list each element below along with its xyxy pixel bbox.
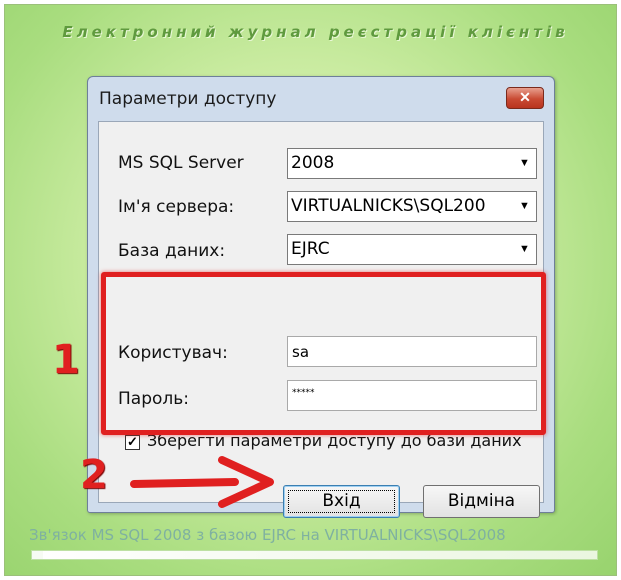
- database-select[interactable]: EJRC ▼: [287, 234, 537, 265]
- server-type-label: MS SQL Server: [118, 153, 244, 173]
- marker-2: 2: [80, 452, 108, 498]
- chevron-down-icon[interactable]: ▼: [514, 236, 535, 263]
- arrow-right-icon: [130, 456, 274, 508]
- server-name-value: VIRTUALNICKS\SQL200: [291, 196, 486, 216]
- server-type-value: 2008: [291, 153, 335, 173]
- dialog-title: Параметри доступу: [99, 89, 277, 109]
- database-label: База даних:: [118, 241, 226, 261]
- cancel-button[interactable]: Відміна: [423, 485, 540, 518]
- chevron-down-icon[interactable]: ▼: [514, 150, 535, 177]
- dialog-titlebar[interactable]: Параметри доступу ✕: [88, 77, 554, 121]
- cancel-button-label: Відміна: [447, 491, 516, 511]
- marker-1: 1: [52, 337, 80, 383]
- app-title: Електронний журнал реєстрації клієнтів: [62, 23, 569, 41]
- connection-progress-bar: [31, 550, 598, 560]
- login-button[interactable]: Вхід: [283, 485, 400, 518]
- server-name-label: Ім'я сервера:: [118, 197, 235, 217]
- progress-fill: [32, 551, 44, 559]
- database-value: EJRC: [291, 239, 330, 259]
- server-type-select[interactable]: 2008 ▼: [287, 148, 537, 179]
- checkmark-icon: ✓: [127, 434, 138, 449]
- connection-status-text: Зв'язок MS SQL 2008 з базою EJRC на VIRT…: [29, 526, 506, 544]
- chevron-down-icon[interactable]: ▼: [514, 193, 535, 220]
- focus-rectangle: [288, 490, 395, 513]
- close-icon: ✕: [519, 89, 531, 105]
- close-button[interactable]: ✕: [506, 87, 544, 109]
- server-name-select[interactable]: VIRTUALNICKS\SQL200 ▼: [287, 191, 537, 222]
- save-params-checkbox[interactable]: ✓: [125, 435, 140, 450]
- highlight-frame: [101, 272, 546, 435]
